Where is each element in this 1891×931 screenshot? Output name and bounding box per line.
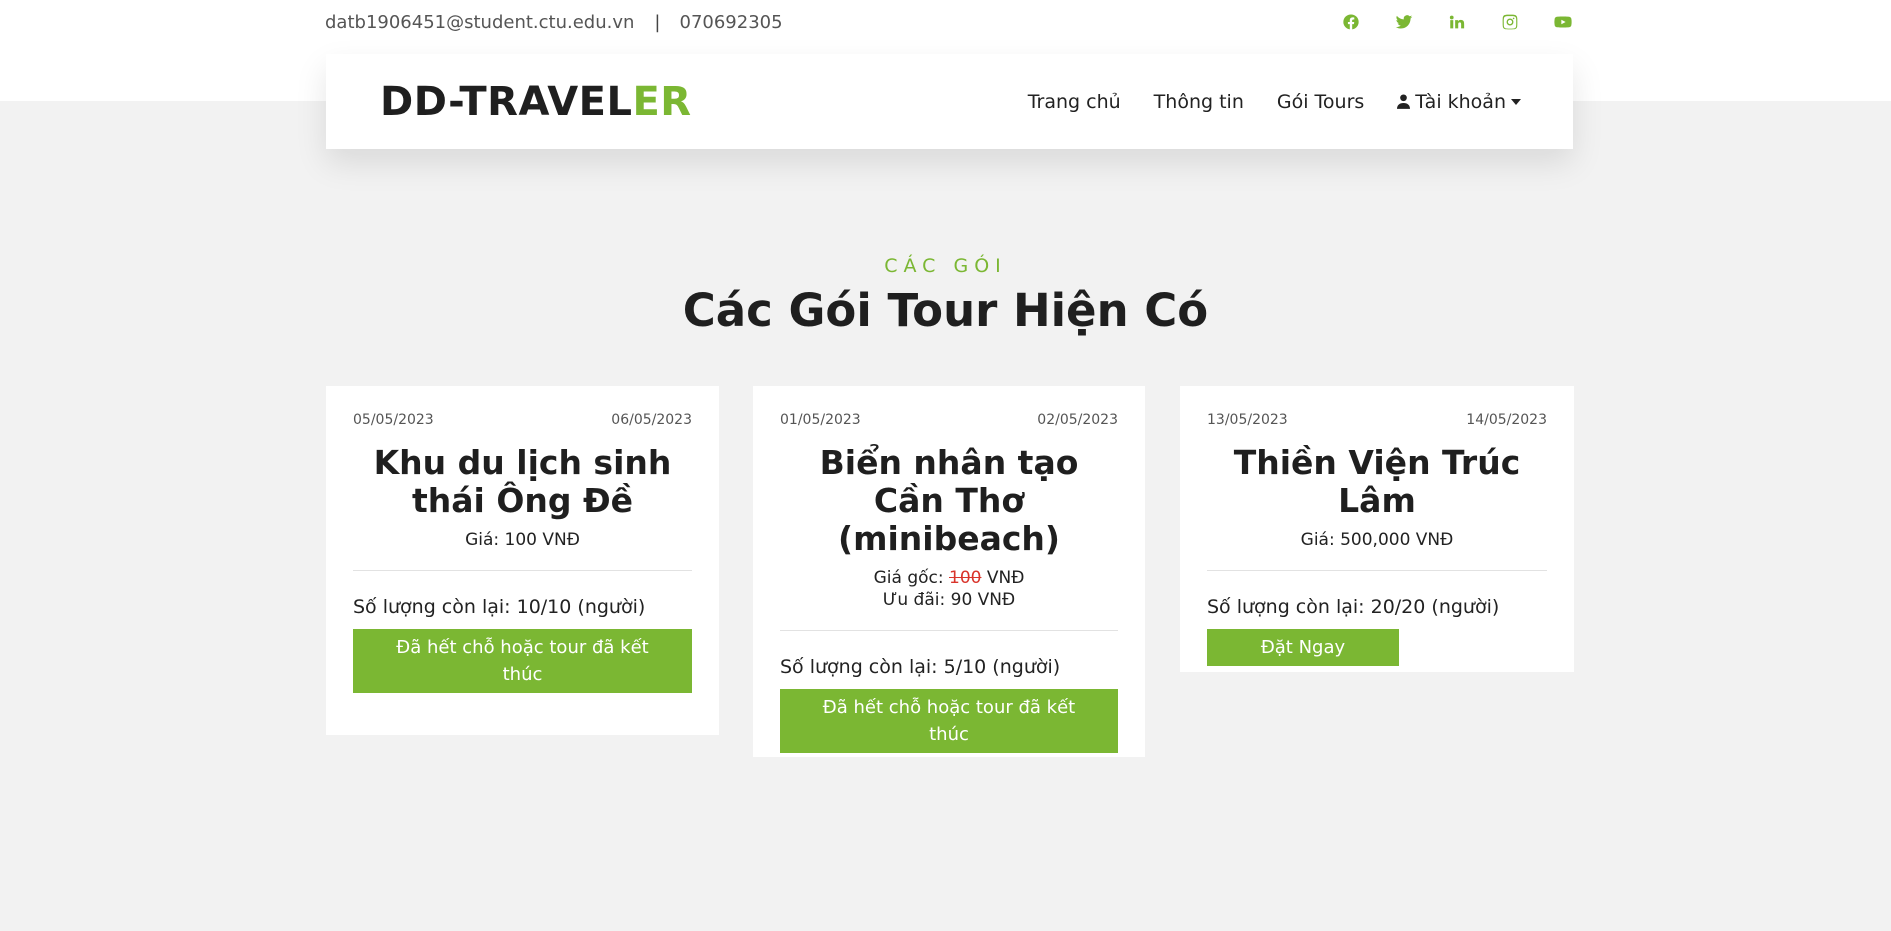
contact-info: datb1906451@student.ctu.edu.vn | 0706923…	[325, 12, 783, 33]
tour-card: 05/05/2023 06/05/2023 Khu du lịch sinh t…	[326, 386, 719, 735]
social-links	[1309, 11, 1574, 33]
navbar: DD-TRAVELER Trang chủ Thông tin Gói Tour…	[326, 54, 1573, 149]
twitter-icon[interactable]	[1393, 11, 1415, 33]
tour-original-price: Giá gốc: 100 VNĐ	[780, 567, 1118, 589]
tour-price-block: Giá gốc: 100 VNĐ Ưu đãi: 90 VNĐ	[780, 567, 1118, 611]
book-now-button[interactable]: Đặt Ngay	[1207, 629, 1399, 666]
tour-start-date: 05/05/2023	[353, 412, 434, 428]
card-divider	[780, 630, 1118, 631]
facebook-icon[interactable]	[1340, 11, 1362, 33]
tour-start-date: 01/05/2023	[780, 412, 861, 428]
tour-remaining: Số lượng còn lại: 5/10 (người)	[780, 656, 1061, 678]
nav-account-dropdown[interactable]: Tài khoản	[1397, 91, 1521, 113]
tour-end-date: 06/05/2023	[611, 412, 692, 428]
tour-remaining: Số lượng còn lại: 20/20 (người)	[1207, 596, 1500, 618]
section-title: Các Gói Tour Hiện Có	[682, 284, 1209, 337]
brand-logo[interactable]: DD-TRAVELER	[380, 79, 692, 125]
tour-price: Giá: 100 VNĐ	[465, 530, 580, 550]
linkedin-icon[interactable]	[1446, 11, 1468, 33]
nav-account-label: Tài khoản	[1415, 90, 1506, 113]
tour-card: 01/05/2023 02/05/2023 Biển nhân tạo Cần …	[753, 386, 1145, 757]
logo-main: DD-TRAVEL	[380, 78, 633, 125]
tour-dates: 13/05/2023 14/05/2023	[1207, 412, 1547, 428]
card-divider	[1207, 570, 1547, 571]
tour-unavailable-button[interactable]: Đã hết chỗ hoặc tour đã kết thúc	[353, 629, 692, 693]
youtube-icon[interactable]	[1552, 11, 1574, 33]
original-price-unit: VNĐ	[981, 568, 1025, 588]
instagram-icon[interactable]	[1499, 11, 1521, 33]
original-price-label: Giá gốc:	[873, 568, 949, 588]
tour-card: 13/05/2023 14/05/2023 Thiền Viện Trúc Lâ…	[1180, 386, 1574, 672]
nav-home[interactable]: Trang chủ	[1028, 91, 1121, 113]
user-icon	[1397, 94, 1411, 109]
tour-title[interactable]: Khu du lịch sinh thái Ông Đề	[353, 444, 692, 520]
tour-dates: 01/05/2023 02/05/2023	[780, 412, 1118, 428]
tour-start-date: 13/05/2023	[1207, 412, 1288, 428]
main-nav: Trang chủ Thông tin Gói Tours Tài khoản	[1028, 91, 1521, 113]
tour-remaining: Số lượng còn lại: 10/10 (người)	[353, 596, 646, 618]
chevron-down-icon	[1511, 98, 1521, 105]
contact-separator: |	[654, 11, 661, 33]
tour-unavailable-button[interactable]: Đã hết chỗ hoặc tour đã kết thúc	[780, 689, 1118, 753]
tour-title[interactable]: Biển nhân tạo Cần Thơ (minibeach)	[780, 444, 1118, 558]
tour-end-date: 14/05/2023	[1466, 412, 1547, 428]
contact-phone[interactable]: 070692305	[680, 12, 783, 33]
section-subtitle: CÁC GÓI	[884, 255, 1007, 277]
card-divider	[353, 570, 692, 571]
nav-tours[interactable]: Gói Tours	[1277, 91, 1364, 113]
topbar: datb1906451@student.ctu.edu.vn | 0706923…	[325, 0, 1574, 44]
tour-price: Giá: 500,000 VNĐ	[1300, 530, 1454, 550]
original-price-value: 100	[949, 568, 982, 588]
tour-title[interactable]: Thiền Viện Trúc Lâm	[1207, 444, 1547, 520]
tour-discount-price: Ưu đãi: 90 VNĐ	[882, 590, 1016, 610]
logo-accent: ER	[632, 78, 692, 125]
tour-end-date: 02/05/2023	[1037, 412, 1118, 428]
tour-dates: 05/05/2023 06/05/2023	[353, 412, 692, 428]
nav-info[interactable]: Thông tin	[1154, 91, 1244, 113]
contact-email[interactable]: datb1906451@student.ctu.edu.vn	[325, 12, 634, 33]
